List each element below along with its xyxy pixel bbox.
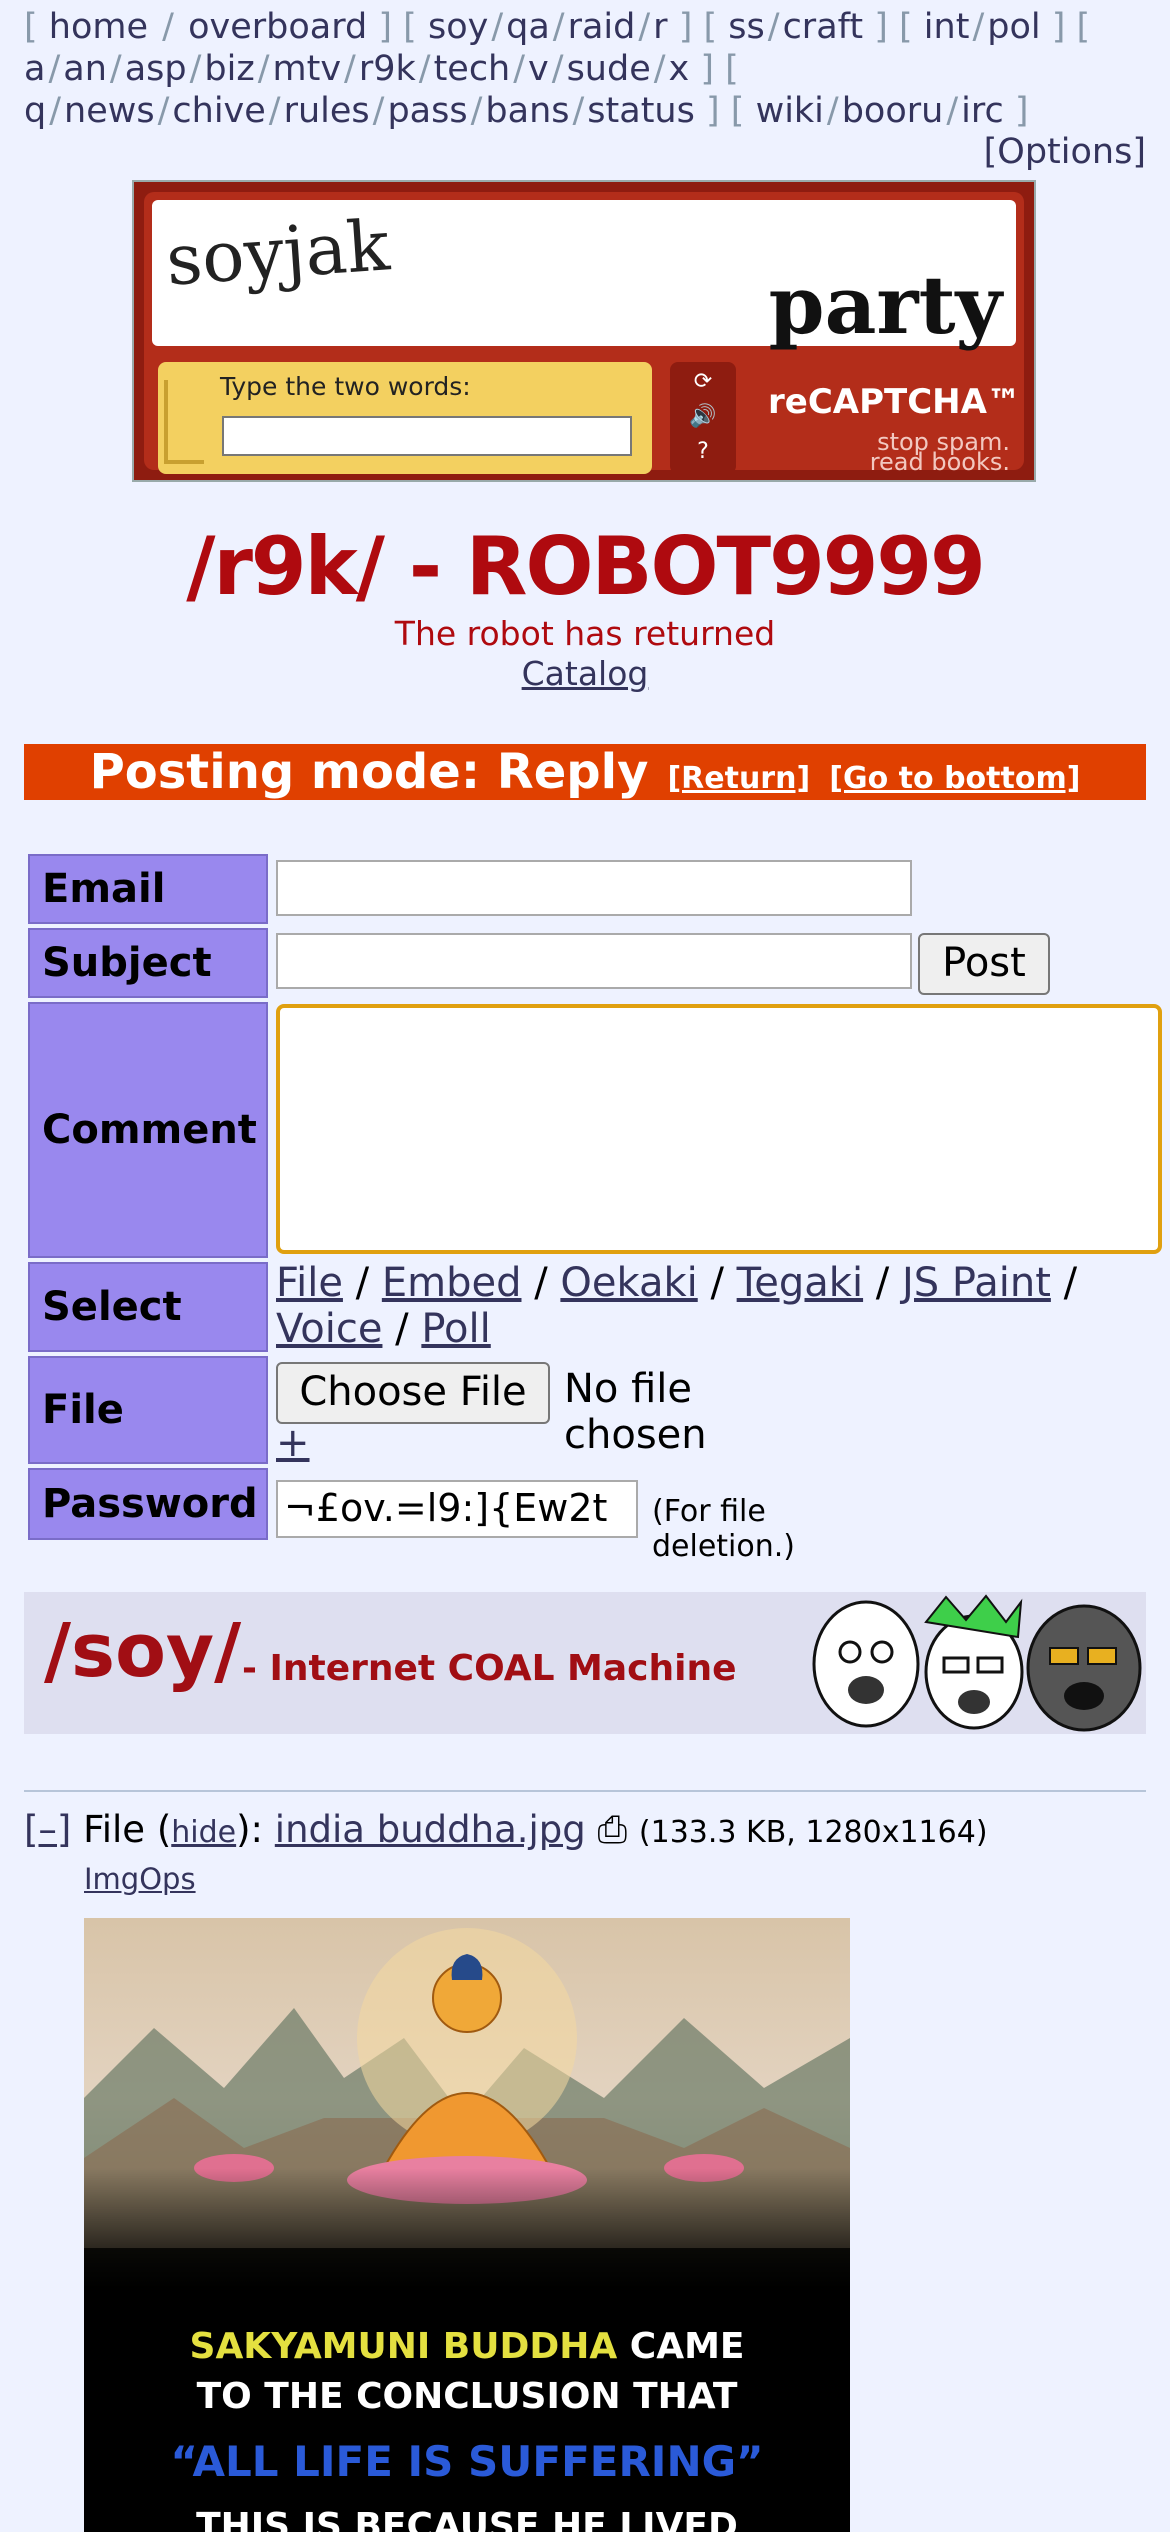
soy-banner-tagline: - Internet COAL Machine	[242, 1648, 737, 1689]
svg-text:SAKYAMUNI BUDDHA CAME: SAKYAMUNI BUDDHA CAME	[190, 2326, 745, 2367]
select-oekaki-link[interactable]: Oekaki	[560, 1260, 697, 1306]
nav-link-overboard[interactable]: overboard	[188, 7, 367, 47]
nav-link-qa[interactable]: qa	[506, 7, 550, 47]
select-voice-link[interactable]: Voice	[276, 1306, 382, 1352]
board-subtitle: The robot has returned	[394, 614, 776, 653]
nav-link-asp[interactable]: asp	[125, 49, 187, 89]
subject-field[interactable]	[276, 933, 912, 989]
options-link[interactable]: [Options]	[984, 132, 1146, 172]
nav-link-rules[interactable]: rules	[284, 91, 370, 131]
comment-label: Comment	[28, 1002, 268, 1258]
soy-banner-title: /soy/	[44, 1608, 242, 1694]
banner-entry-box: Type the two words:	[158, 362, 652, 474]
select-label: Select	[28, 1262, 268, 1352]
help-icon: ?	[697, 439, 709, 464]
recaptcha-sub-2: read books.	[869, 448, 1010, 476]
collapse-post-toggle[interactable]: [–]	[24, 1808, 71, 1851]
posting-mode-label: Posting mode: Reply	[89, 744, 649, 800]
no-file-chosen-text: No file chosen	[564, 1366, 707, 1458]
select-embed-link[interactable]: Embed	[382, 1260, 522, 1306]
nav-link-soy[interactable]: soy	[428, 7, 488, 47]
file-label: File	[28, 1356, 268, 1464]
nav-link-irc[interactable]: irc	[961, 91, 1004, 131]
nav-link-x[interactable]: x	[669, 49, 690, 89]
go-to-bottom-link[interactable]: [Go to bottom]	[829, 761, 1080, 796]
divider	[24, 1790, 1146, 1792]
image-text-came: CAME	[630, 2326, 745, 2367]
post-button[interactable]: Post	[918, 933, 1050, 995]
add-file-plus[interactable]: +	[276, 1420, 310, 1466]
board-list-nav: [ home / overboard ] [ soy/qa/raid/r ] […	[24, 7, 1091, 131]
nav-link-int[interactable]: int	[924, 7, 970, 47]
posting-mode-bar: Posting mode: Reply [Return] [Go to bott…	[24, 744, 1146, 800]
nav-link-a[interactable]: a	[24, 49, 45, 89]
image-text-suffering: “ALL LIFE IS SUFFERING”	[170, 2437, 763, 2486]
download-icon[interactable]: ⎙	[598, 1808, 628, 1851]
nav-link-mtv[interactable]: mtv	[273, 49, 342, 89]
nav-link-tech[interactable]: tech	[434, 49, 511, 89]
nav-link-biz[interactable]: biz	[204, 49, 254, 89]
nav-link-pass[interactable]: pass	[387, 91, 467, 131]
refresh-icon: ⟳	[693, 369, 713, 394]
choose-file-button[interactable]: Choose File	[276, 1362, 550, 1424]
subject-label: Subject	[28, 928, 268, 998]
nav-link-r[interactable]: r	[653, 7, 667, 47]
banner-prompt: Type the two words:	[220, 372, 471, 401]
nav-link-sude[interactable]: sude	[567, 49, 651, 89]
password-label: Password	[28, 1468, 268, 1540]
nav-link-booru[interactable]: booru	[842, 91, 944, 131]
nav-link-pol[interactable]: pol	[987, 7, 1040, 47]
audio-icon: 🔊	[689, 404, 717, 429]
password-field[interactable]: ¬£ov.=l9:]{Ew2t	[276, 1480, 638, 1538]
site-banner[interactable]: soyjak party Type the two words: ⟳ 🔊 ? r…	[132, 180, 1036, 482]
banner-word-1: soyjak	[163, 204, 393, 302]
nav-link-home[interactable]: home	[49, 7, 148, 47]
nav-link-wiki[interactable]: wiki	[756, 91, 824, 131]
file-meta: (133.3 KB, 1280x1164)	[638, 1815, 988, 1850]
nav-link-an[interactable]: an	[63, 49, 107, 89]
post-image-thumbnail[interactable]: SAKYAMUNI BUDDHA CAME TO THE CONCLUSION …	[84, 1918, 850, 2532]
banner-word-2: party	[768, 258, 1002, 352]
soy-board-banner[interactable]: /soy/ - Internet COAL Machine	[24, 1592, 1146, 1734]
file-name-link[interactable]: india buddha.jpg	[275, 1808, 586, 1851]
post-file-info: [–] File (hide): india buddha.jpg ⎙ (133…	[24, 1808, 988, 1851]
banner-fake-input	[222, 416, 632, 456]
nav-link-chive[interactable]: chive	[172, 91, 265, 131]
select-links: File / Embed / Oekaki / Tegaki / JS Pain…	[276, 1260, 1078, 1352]
soyjak-faces-illustration	[812, 1594, 1142, 1732]
imgops-link[interactable]: ImgOps	[84, 1862, 196, 1896]
nav-link-v[interactable]: v	[528, 49, 549, 89]
image-text-because: THIS IS BECAUSE HE LIVED	[196, 2506, 738, 2532]
nav-link-craft[interactable]: craft	[783, 7, 864, 47]
recaptcha-logo: reCAPTCHA™	[768, 382, 1021, 422]
image-text-sakyamuni: SAKYAMUNI BUDDHA	[190, 2326, 618, 2367]
nav-link-raid[interactable]: raid	[568, 7, 636, 47]
board-title: /r9k/ - ROBOT9999	[186, 520, 985, 613]
password-note: (For file deletion.)	[652, 1494, 795, 1564]
catalog-link[interactable]: Catalog	[522, 654, 649, 693]
nav-link-bans[interactable]: bans	[485, 91, 569, 131]
select-jspaint-link[interactable]: JS Paint	[902, 1260, 1051, 1306]
select-file-link[interactable]: File	[276, 1260, 343, 1306]
select-poll-link[interactable]: Poll	[421, 1306, 490, 1352]
select-tegaki-link[interactable]: Tegaki	[737, 1260, 863, 1306]
nav-link-news[interactable]: news	[64, 91, 155, 131]
nav-link-q[interactable]: q	[24, 91, 46, 131]
return-link[interactable]: [Return]	[667, 761, 810, 796]
nav-link-r9k[interactable]: r9k	[359, 49, 416, 89]
nav-link-ss[interactable]: ss	[728, 7, 764, 47]
image-text-conclusion: TO THE CONCLUSION THAT	[197, 2376, 738, 2417]
email-label: Email	[28, 854, 268, 924]
email-field[interactable]	[276, 860, 912, 916]
hide-file-link[interactable]: hide	[171, 1815, 236, 1850]
buddha-image: SAKYAMUNI BUDDHA CAME TO THE CONCLUSION …	[84, 1918, 850, 2532]
nav-link-status[interactable]: status	[587, 91, 695, 131]
comment-textarea[interactable]	[276, 1004, 1162, 1254]
file-word: File	[83, 1808, 146, 1851]
